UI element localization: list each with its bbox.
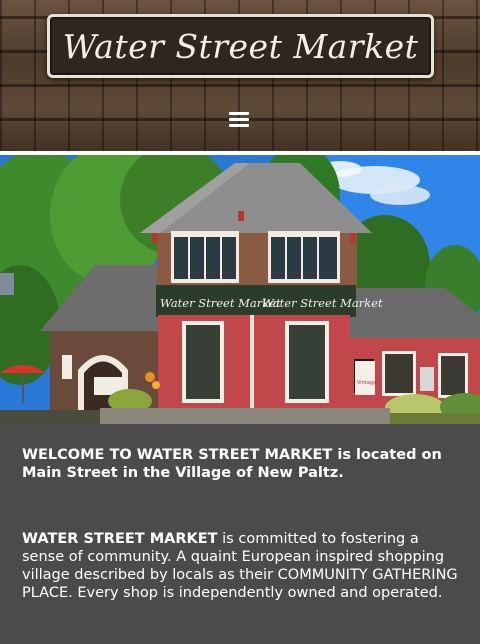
window-sign: Vintage	[357, 380, 376, 386]
logo-text: Water Street Market	[62, 26, 419, 66]
site-logo[interactable]: Water Street Market	[47, 14, 434, 78]
mission-lead: WATER STREET MARKET	[22, 531, 218, 547]
storefront-sign-right: Water Street Market	[262, 296, 383, 310]
welcome-paragraph: WELCOME TO WATER STREET MARKET is locate…	[22, 447, 442, 481]
mission-paragraph: WATER STREET MARKET is committed to fost…	[22, 530, 462, 602]
storefront-photo: Water Street Market Water Street Market …	[0, 155, 480, 424]
site-header: Water Street Market	[0, 0, 480, 155]
hamburger-menu-icon[interactable]	[229, 112, 249, 128]
hero-image: Water Street Market Water Street Market …	[0, 155, 480, 424]
intro-section: WELCOME TO WATER STREET MARKET is locate…	[0, 424, 480, 644]
